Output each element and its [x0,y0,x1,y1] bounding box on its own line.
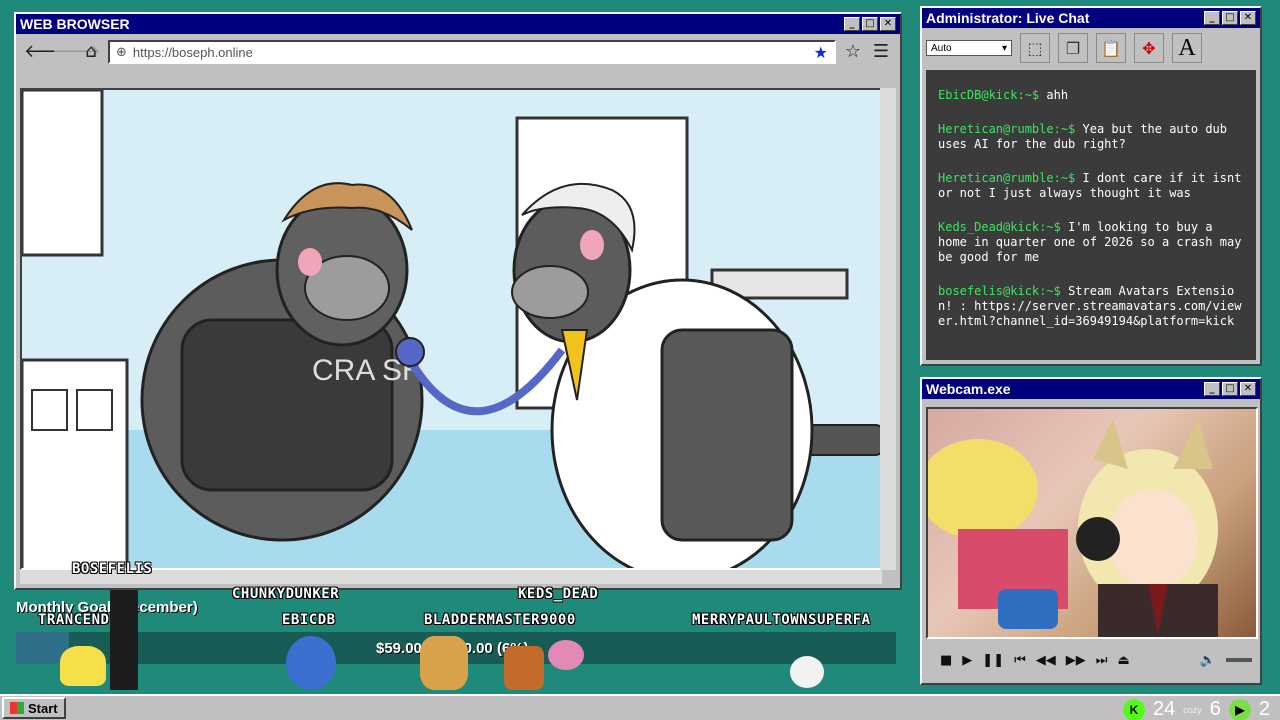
home-icon[interactable]: ⌂ [80,41,102,63]
avatar-sprite [420,636,468,690]
avatar-name: EBICDB [282,612,336,628]
stat-count: 6 [1209,698,1221,720]
maximize-button[interactable]: □ [862,17,878,31]
url-text: https://boseph.online [132,44,253,60]
chat-message: Heretican@rumble:~$ Yea but the auto dub… [938,122,1228,151]
browser-titlebar[interactable]: WEB BROWSER _ □ ✕ [16,14,900,34]
fast-forward-icon[interactable]: ▶▶ [1066,653,1086,668]
chat-message: EbicDB@kick:~$ ahh [938,88,1069,102]
back-icon[interactable]: 🡐 [24,41,72,63]
volume-icon[interactable]: 🔈 [1200,653,1216,668]
avatar-name: BOSEFELIS [72,561,153,577]
start-button[interactable]: Start [2,697,66,719]
avatar-name: BLADDERMASTER9000 [424,612,576,628]
globe-icon: ⊕ [116,44,127,60]
avatar-sprite [548,640,584,670]
browser-title: WEB BROWSER [20,16,130,32]
webcam-feed [926,407,1258,639]
eject-icon[interactable]: ⏏ [1118,653,1130,668]
webcam-window: Webcam.exe _ □ ✕ ■ ▶ ❚❚ ⏮ ◀◀ ▶▶ ⏭ ⏏ 🔈 [920,377,1262,685]
webcam-titlebar[interactable]: Webcam.exe _ □ ✕ [922,379,1260,399]
menu-icon[interactable]: ☰ [870,41,892,63]
media-controls: ■ ▶ ❚❚ ⏮ ◀◀ ▶▶ ⏭ ⏏ 🔈 [930,645,1252,675]
live-chat-window: Administrator: Live Chat _ □ ✕ Auto ▾ ⬚ … [920,6,1262,366]
favorites-icon[interactable]: ☆ [842,41,864,63]
skip-back-icon[interactable]: ⏮ [1014,653,1026,668]
avatar-name: CHUNKYDUNKER [232,586,340,602]
minimize-button[interactable]: _ [1204,382,1220,396]
play-icon[interactable]: ▶ [962,653,972,668]
copy-icon[interactable]: ❐ [1058,33,1088,63]
pause-icon[interactable]: ❚❚ [982,653,1004,668]
avatar-name: KEDS_DEAD [518,586,599,602]
chat-titlebar[interactable]: Administrator: Live Chat _ □ ✕ [922,8,1260,28]
stat-count: 24 [1152,698,1176,720]
chevron-down-icon: ▾ [1001,42,1007,54]
web-content-video[interactable]: CRA SH [20,88,882,570]
maximize-button[interactable]: □ [1222,11,1238,25]
play-logo-icon: ▶ [1228,698,1251,720]
selection-icon[interactable]: ⬚ [1020,33,1050,63]
browser-toolbar: 🡐 🡒 ⌂ ⊕ https://boseph.online ★ ☆ ☰ [16,34,900,70]
avatar-sprite [60,646,106,686]
forward-icon[interactable]: 🡒 [52,41,100,63]
paste-icon[interactable]: 📋 [1096,33,1126,63]
webcam-title: Webcam.exe [926,381,1011,397]
avatar-name: TRANCEND [38,612,110,628]
skip-forward-icon[interactable]: ⏭ [1096,653,1108,668]
bookmark-star-icon[interactable]: ★ [814,43,828,62]
minimize-button[interactable]: _ [844,17,860,31]
stat-count: 2 [1258,698,1270,720]
anime-avatar [928,419,1218,637]
kick-logo-icon: K [1122,698,1145,720]
avatar-sprite [504,646,544,690]
move-icon[interactable]: ✥ [1134,33,1164,63]
vertical-scrollbar[interactable] [880,88,896,570]
address-bar[interactable]: ⊕ https://boseph.online ★ [108,40,836,64]
cartoon-scene: CRA SH [22,90,880,568]
avatar-sprite [110,590,138,690]
avatar-sprite [286,636,336,690]
cozy-label: cozy [1183,704,1202,715]
rewind-icon[interactable]: ◀◀ [1036,653,1056,668]
stop-icon[interactable]: ■ [940,653,952,668]
chat-messages[interactable]: EbicDB@kick:~$ ahh Heretican@rumble:~$ Y… [926,70,1256,360]
chat-message: Keds_Dead@kick:~$ I'm looking to buy a h… [938,220,1242,264]
chat-message: Heretican@rumble:~$ I dont care if it is… [938,171,1242,200]
close-button[interactable]: ✕ [880,17,896,31]
browser-window: WEB BROWSER _ □ ✕ 🡐 🡒 ⌂ ⊕ https://boseph… [14,12,902,590]
chat-title: Administrator: Live Chat [926,10,1090,26]
system-tray: K 24 cozy 6 ▶ 2 [1122,698,1270,720]
taskbar: Start K 24 cozy 6 ▶ 2 [0,694,1280,720]
minimize-button[interactable]: _ [1204,11,1220,25]
avatar-sprite [790,656,824,688]
close-button[interactable]: ✕ [1240,382,1256,396]
windows-logo-icon [10,702,24,714]
start-label: Start [28,700,58,716]
maximize-button[interactable]: □ [1222,382,1238,396]
chat-toolbar: Auto ▾ ⬚ ❐ 📋 ✥ A [922,28,1260,68]
avatar-name: MERRYPAULTOWNSUPERFA [692,612,871,628]
chat-message: bosefelis@kick:~$ Stream Avatars Extensi… [938,284,1242,328]
select-value: Auto [931,42,952,54]
font-icon[interactable]: A [1172,33,1202,63]
font-size-select[interactable]: Auto ▾ [926,40,1012,56]
close-button[interactable]: ✕ [1240,11,1256,25]
volume-slider[interactable] [1226,658,1252,662]
